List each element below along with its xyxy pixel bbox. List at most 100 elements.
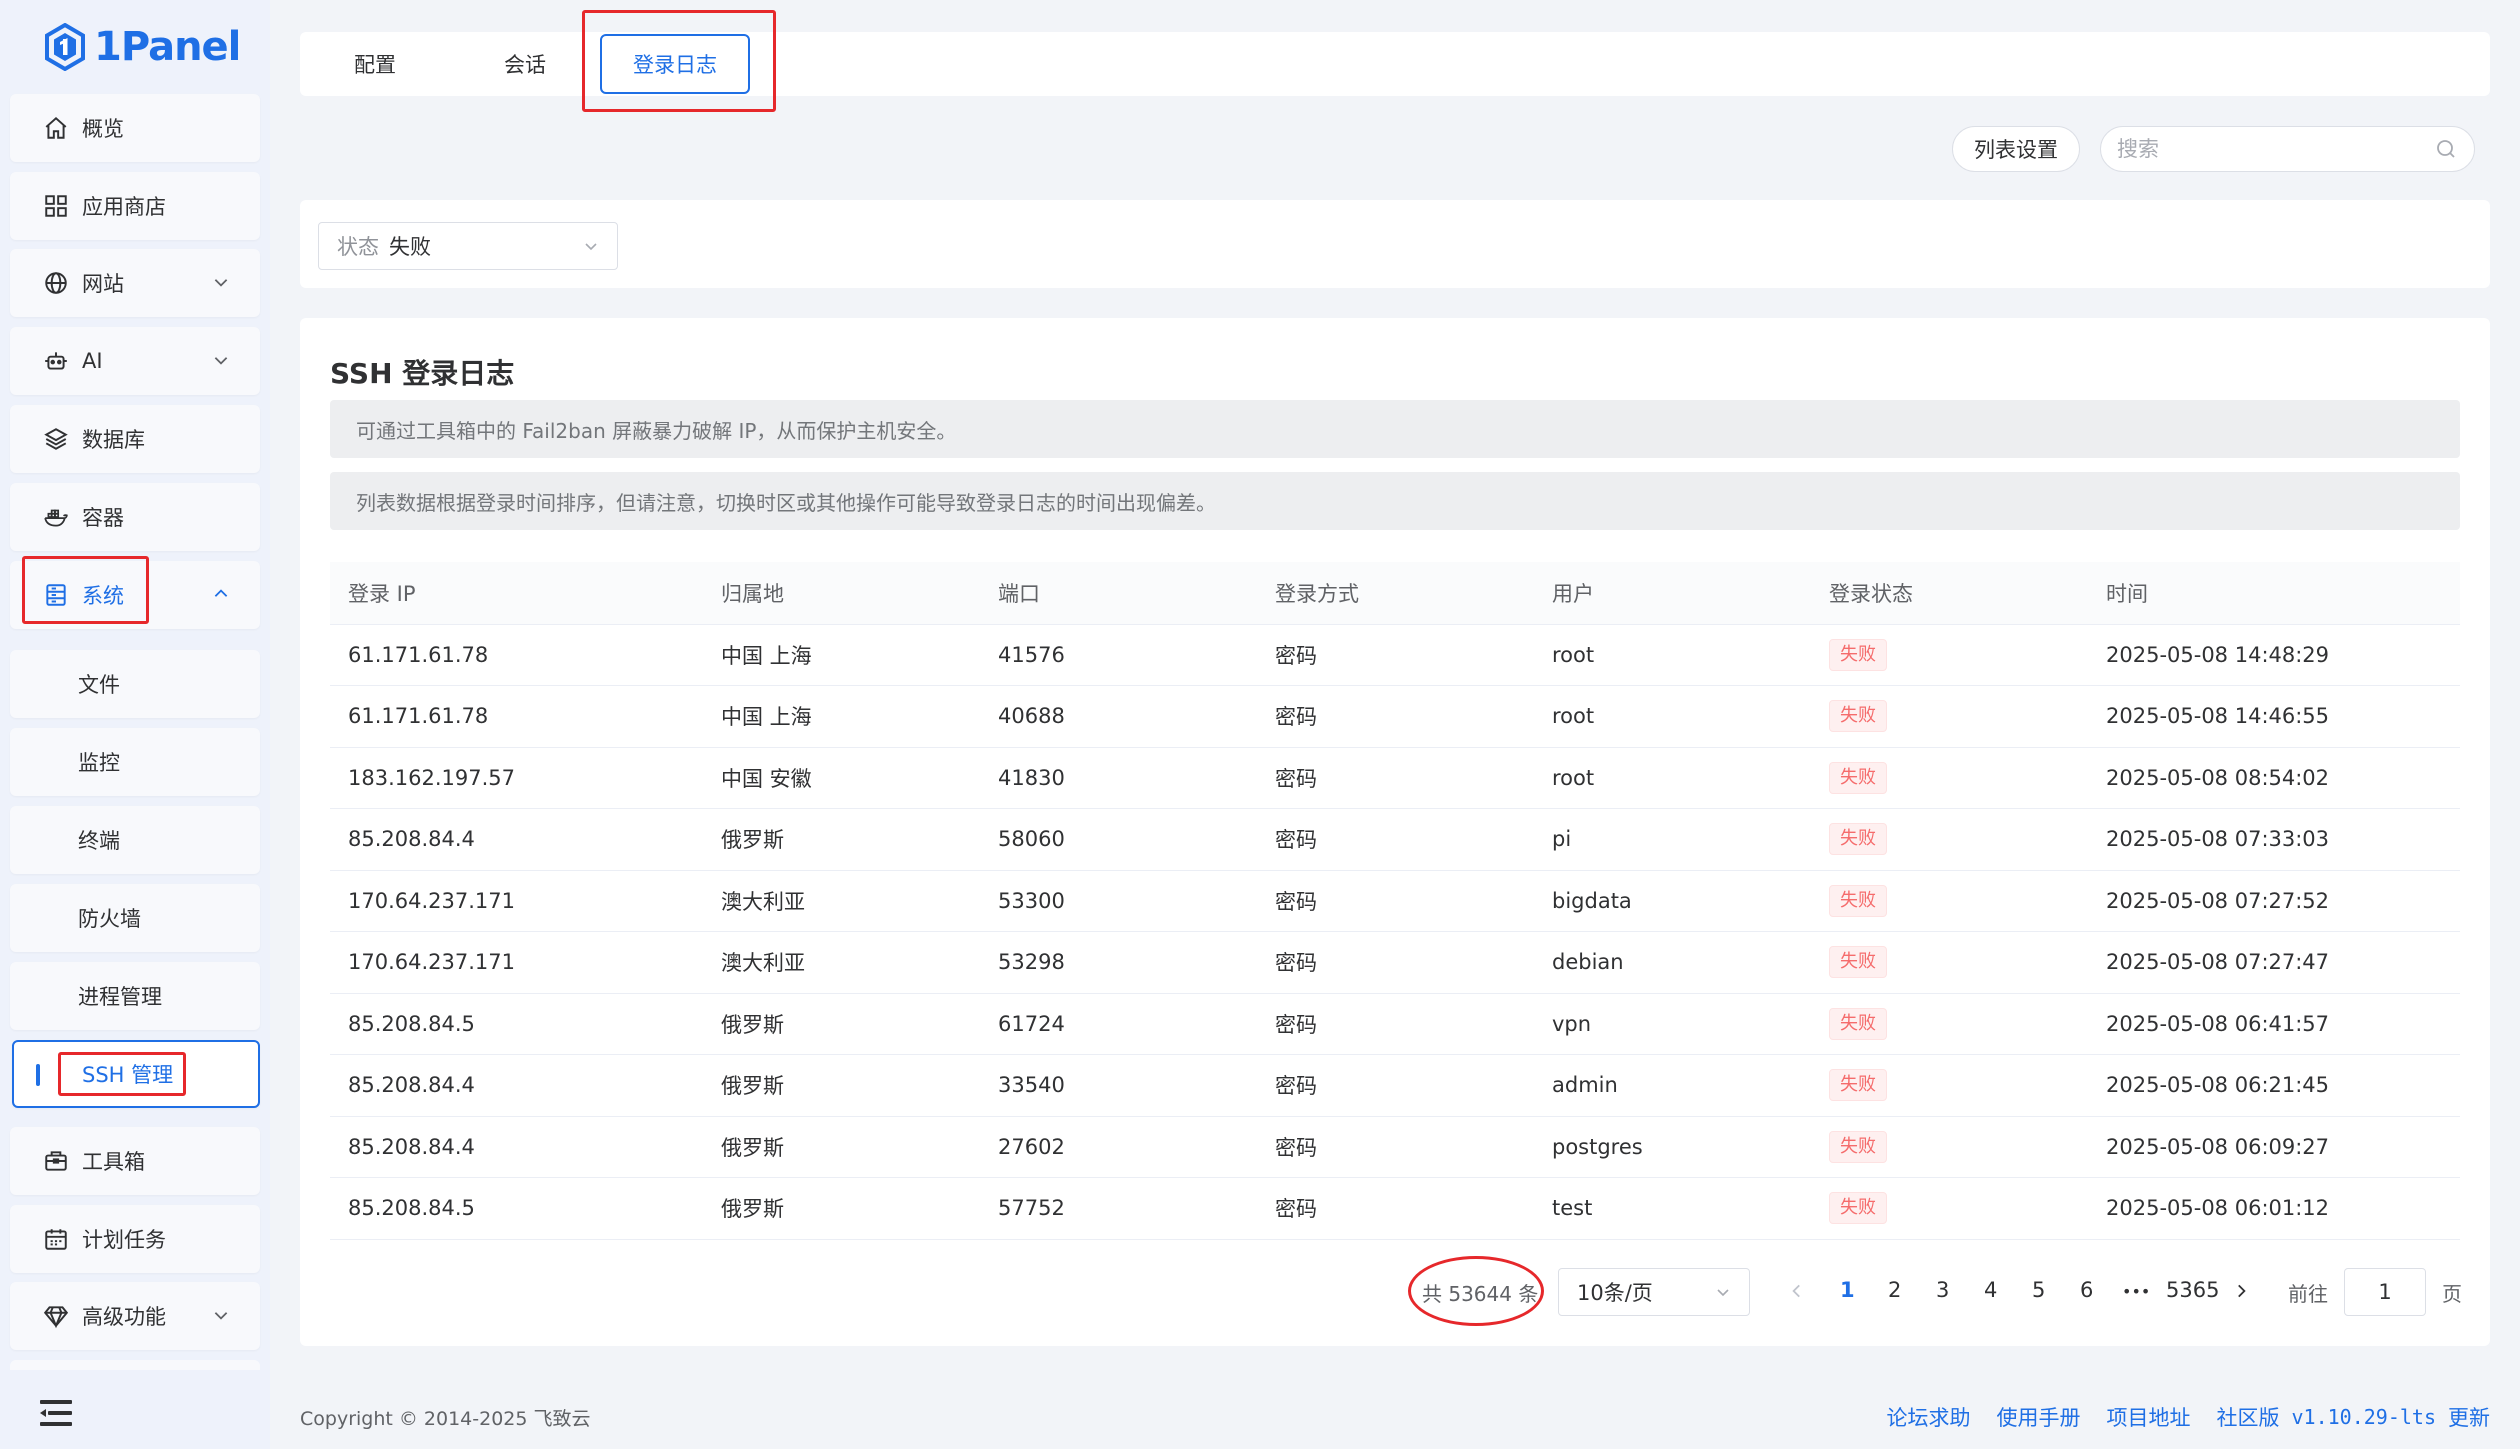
total-count: 共 53644 条 xyxy=(1422,1282,1539,1306)
sidebar-item-toolbox[interactable]: 工具箱 xyxy=(10,1127,260,1195)
column-settings-button[interactable]: 列表设置 xyxy=(1952,126,2080,172)
table-cell: 失败 xyxy=(1811,1177,2088,1240)
docker-icon xyxy=(42,503,70,531)
tab-sessions[interactable]: 会话 xyxy=(480,46,570,82)
table-cell: 密码 xyxy=(1257,1054,1534,1117)
chevron-up-icon xyxy=(214,589,228,597)
sidebar-item-label: 文件 xyxy=(78,673,120,697)
column-header: 端口 xyxy=(980,562,1257,625)
table-cell: 41576 xyxy=(980,624,1257,686)
table-cell: 85.208.84.5 xyxy=(330,993,703,1055)
table-cell: 170.64.237.171 xyxy=(330,870,703,932)
sidebar-item-system[interactable]: 系统 xyxy=(10,561,260,629)
table-cell: 失败 xyxy=(1811,624,2088,686)
goto-suffix: 页 xyxy=(2442,1282,2462,1306)
sidebar-item-overview[interactable]: 概览 xyxy=(10,94,260,162)
goto-page-input[interactable] xyxy=(2344,1268,2426,1316)
table-cell: 58060 xyxy=(980,808,1257,871)
sidebar-item-label: 进程管理 xyxy=(78,985,162,1009)
sidebar-item-label: 概览 xyxy=(82,117,124,141)
table-cell: 俄罗斯 xyxy=(703,1054,980,1117)
edition-link[interactable]: 社区版 xyxy=(2217,1402,2280,1432)
sidebar-item-firewall[interactable]: 防火墙 xyxy=(10,884,260,952)
status-badge: 失败 xyxy=(1829,1007,1887,1040)
table-cell: 2025-05-08 14:46:55 xyxy=(2088,685,2460,748)
sidebar-item-ssh[interactable]: SSH 管理 xyxy=(12,1040,260,1108)
page-button-2[interactable]: 2 xyxy=(1888,1278,1901,1302)
sidebar-item-monitor[interactable]: 监控 xyxy=(10,728,260,796)
table-cell: 密码 xyxy=(1257,993,1534,1055)
page-ellipsis[interactable]: ••• xyxy=(2122,1282,2150,1301)
table-cell: 失败 xyxy=(1811,685,2088,748)
login-log-panel: SSH 登录日志 可通过工具箱中的 Fail2ban 屏蔽暴力破解 IP，从而保… xyxy=(300,318,2490,1346)
table-cell: 俄罗斯 xyxy=(703,993,980,1055)
status-filter-select[interactable]: 状态 失败 xyxy=(318,222,618,270)
next-page-icon[interactable] xyxy=(2232,1282,2250,1300)
filter-bar: 状态 失败 xyxy=(300,200,2490,288)
menu-collapse-icon[interactable] xyxy=(40,1400,72,1426)
prev-page-icon[interactable] xyxy=(1788,1282,1806,1300)
notice-timezone: 列表数据根据登录时间排序，但请注意，切换时区或其他操作可能导致登录日志的时间出现… xyxy=(330,472,2460,530)
calendar-icon xyxy=(42,1225,70,1253)
table-cell: 183.162.197.57 xyxy=(330,747,703,809)
page-title: SSH 登录日志 xyxy=(330,357,515,390)
sidebar-item-terminal[interactable]: 终端 xyxy=(10,806,260,874)
sidebar-item-files[interactable]: 文件 xyxy=(10,650,260,718)
table-cell: 失败 xyxy=(1811,1054,2088,1117)
table-cell: 2025-05-08 06:01:12 xyxy=(2088,1177,2460,1240)
table-row: 85.208.84.5 俄罗斯 61724 密码 vpn 失败 2025-05-08 06:… xyxy=(330,993,2460,1055)
sidebar-item-advanced[interactable]: 高级功能 xyxy=(10,1282,260,1350)
table-cell: 失败 xyxy=(1811,993,2088,1055)
sidebar-item-label: 终端 xyxy=(78,829,120,853)
table-cell: 2025-05-08 14:48:29 xyxy=(2088,624,2460,686)
logo-icon xyxy=(45,23,85,71)
page-button-3[interactable]: 3 xyxy=(1936,1278,1949,1302)
column-header: 登录方式 xyxy=(1257,562,1534,625)
table-cell: 俄罗斯 xyxy=(703,1177,980,1240)
page-button-5[interactable]: 5 xyxy=(2032,1278,2045,1302)
page-button-1[interactable]: 1 xyxy=(1840,1278,1855,1302)
search-icon[interactable] xyxy=(2434,137,2458,161)
sidebar-item-ai[interactable]: AI xyxy=(10,327,260,395)
table-cell: 85.208.84.4 xyxy=(330,1116,703,1178)
table-cell: vpn xyxy=(1534,993,1811,1055)
table-cell: 170.64.237.171 xyxy=(330,931,703,994)
page-button-6[interactable]: 6 xyxy=(2080,1278,2093,1302)
sidebar-item-database[interactable]: 数据库 xyxy=(10,405,260,473)
table-cell: 2025-05-08 06:09:27 xyxy=(2088,1116,2460,1178)
forum-link[interactable]: 论坛求助 xyxy=(1887,1402,1971,1432)
toolbox-icon xyxy=(42,1147,70,1175)
tab-config[interactable]: 配置 xyxy=(330,46,420,82)
page-size-value: 10条/页 xyxy=(1577,1281,1653,1305)
tab-login-log[interactable]: 登录日志 xyxy=(600,34,750,94)
server-icon xyxy=(42,581,70,609)
page-button-4[interactable]: 4 xyxy=(1984,1278,1997,1302)
table-row: 85.208.84.4 俄罗斯 33540 密码 admin 失败 2025-05-08 0… xyxy=(330,1054,2460,1117)
sidebar-item-cron[interactable]: 计划任务 xyxy=(10,1205,260,1273)
project-link[interactable]: 项目地址 xyxy=(2107,1402,2191,1432)
page-button-last[interactable]: 5365 xyxy=(2166,1278,2219,1302)
table-row: 183.162.197.57 中国 安徽 41830 密码 root 失败 2025-05-… xyxy=(330,747,2460,809)
sidebar-item-label: 计划任务 xyxy=(82,1228,166,1252)
sidebar-item-container[interactable]: 容器 xyxy=(10,483,260,551)
login-log-table: 登录 IP 归属地 端口 登录方式 用户 登录状态 时间 61.171.61.7… xyxy=(330,562,2460,1240)
table-cell: root xyxy=(1534,685,1811,748)
sidebar-item-process[interactable]: 进程管理 xyxy=(10,962,260,1030)
table-cell: 失败 xyxy=(1811,870,2088,932)
table-row: 61.171.61.78 中国 上海 40688 密码 root 失败 2025-05-08… xyxy=(330,685,2460,748)
search-input[interactable] xyxy=(2117,137,2434,161)
sidebar-item-website[interactable]: 网站 xyxy=(10,249,260,317)
table-cell: 澳大利亚 xyxy=(703,931,980,994)
update-link[interactable]: 更新 xyxy=(2448,1402,2490,1432)
sidebar-item-app-store[interactable]: 应用商店 xyxy=(10,172,260,240)
sidebar-item-label: 工具箱 xyxy=(82,1150,145,1174)
sidebar-item-label: 应用商店 xyxy=(82,195,166,219)
table-cell: 密码 xyxy=(1257,1177,1534,1240)
table-cell: 俄罗斯 xyxy=(703,1116,980,1178)
table-cell: 61.171.61.78 xyxy=(330,624,703,686)
manual-link[interactable]: 使用手册 xyxy=(1997,1402,2081,1432)
page-size-select[interactable]: 10条/页 xyxy=(1558,1268,1750,1316)
app-logo[interactable]: 1Panel xyxy=(44,18,241,76)
sidebar-item-label: 防火墙 xyxy=(78,907,141,931)
tabs-bar: 配置 会话 登录日志 xyxy=(300,32,2490,96)
